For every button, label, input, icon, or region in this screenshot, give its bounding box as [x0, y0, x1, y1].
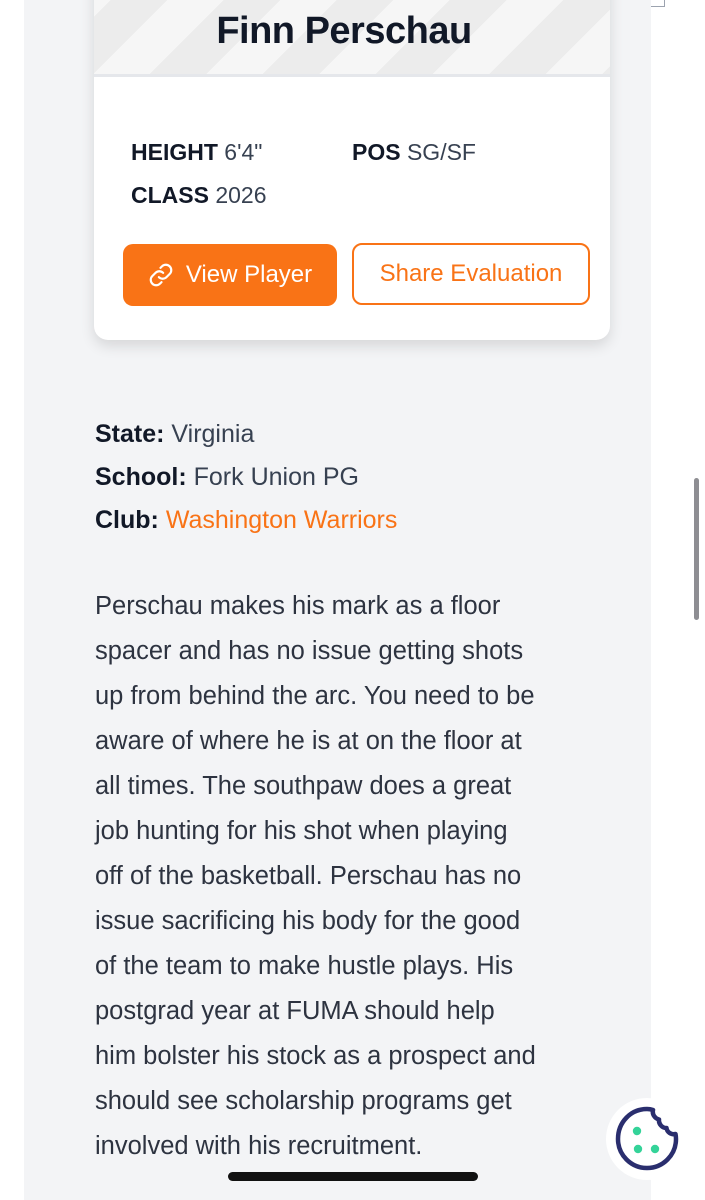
- share-evaluation-label: Share Evaluation: [379, 260, 563, 287]
- page-left-margin: [0, 0, 24, 1200]
- position-value: SG/SF: [406, 139, 476, 165]
- cookie-icon: [615, 1106, 679, 1171]
- state-value: Virginia: [171, 420, 255, 448]
- evaluation-line: up from behind the arc. You need to be: [95, 682, 535, 710]
- scrollbar-thumb[interactable]: [694, 478, 699, 620]
- evaluation-line: postgrad year at FUMA should help: [95, 997, 495, 1025]
- evaluation-line: issue sacrificing his body for the good: [95, 907, 521, 935]
- evaluation-line: off of the basketball. Perschau has no: [95, 862, 522, 890]
- evaluation-line: spacer and has no issue getting shots: [95, 637, 524, 665]
- class-stat: CLASS 2026: [131, 182, 267, 209]
- player-name: Finn Perschau: [216, 10, 472, 52]
- school-row: School: Fork Union PG: [95, 463, 359, 492]
- evaluation-line: involved with his recruitment.: [95, 1132, 423, 1160]
- share-evaluation-button[interactable]: Share Evaluation: [352, 243, 590, 305]
- state-label: State:: [95, 420, 165, 448]
- evaluation-line: aware of where he is at on the floor at: [95, 727, 522, 755]
- evaluation-line: Perschau makes his mark as a floor: [95, 592, 501, 620]
- club-row: Club: Washington Warriors: [95, 506, 397, 535]
- position-stat: POS SG/SF: [352, 139, 476, 166]
- club-label: Club:: [95, 506, 159, 534]
- player-card-header: Finn Perschau: [94, 0, 610, 77]
- height-value: 6'4": [224, 139, 263, 165]
- view-player-button[interactable]: View Player: [123, 244, 337, 306]
- evaluation-line: should see scholarship programs get: [95, 1087, 512, 1115]
- player-card: Finn Perschau HEIGHT 6'4" POS SG/SF CLAS…: [94, 0, 610, 340]
- evaluation-line: of the team to make hustle plays. His: [95, 952, 514, 980]
- height-label: HEIGHT: [131, 139, 218, 165]
- class-label: CLASS: [131, 182, 209, 208]
- link-icon: [149, 263, 173, 287]
- home-indicator[interactable]: [228, 1172, 478, 1181]
- school-value: Fork Union PG: [193, 463, 359, 491]
- cookie-settings-button[interactable]: [606, 1098, 688, 1180]
- evaluation-line: job hunting for his shot when playing: [95, 817, 508, 845]
- club-link[interactable]: Washington Warriors: [166, 506, 398, 534]
- view-player-label: View Player: [185, 261, 313, 288]
- school-label: School:: [95, 463, 187, 491]
- height-stat: HEIGHT 6'4": [131, 139, 262, 166]
- class-value: 2026: [215, 182, 267, 208]
- evaluation-line: all times. The southpaw does a great: [95, 772, 512, 800]
- evaluation-line: him bolster his stock as a prospect and: [95, 1042, 536, 1070]
- position-label: POS: [352, 139, 401, 165]
- state-row: State: Virginia: [95, 420, 254, 449]
- evaluation-text: Perschau makes his mark as a floor space…: [95, 584, 615, 1169]
